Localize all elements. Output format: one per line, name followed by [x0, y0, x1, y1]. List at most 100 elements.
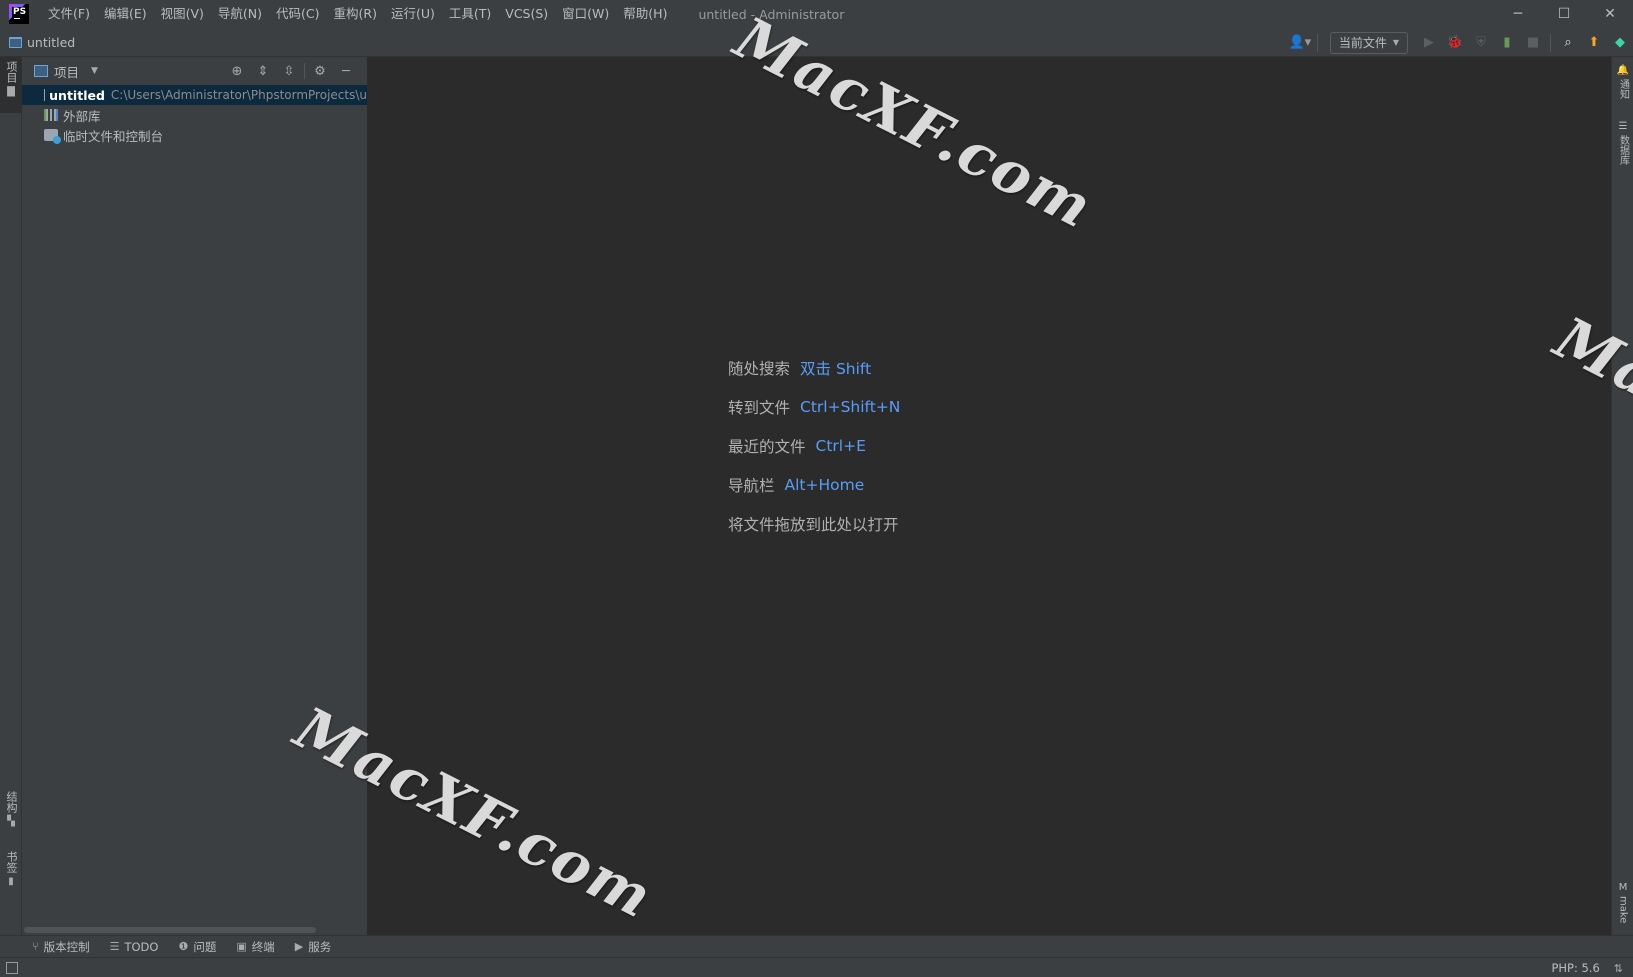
tool-tab-make[interactable]: M make [1612, 882, 1633, 932]
hide-panel-icon[interactable]: ─ [333, 64, 359, 79]
hint-label: 转到文件 [728, 398, 791, 417]
tool-tab-terminal[interactable]: ▣ 终端 [236, 939, 274, 955]
run-icon[interactable]: ▶ [1416, 32, 1442, 54]
menu-tools[interactable]: 工具(T) [442, 0, 498, 28]
title-bar: PS 文件(F) 编辑(E) 视图(V) 导航(N) 代码(C) 重构(R) 运… [0, 0, 1633, 28]
tool-tab-database-label: 数据库 [1617, 135, 1629, 165]
branch-icon: ⑂ [32, 940, 39, 953]
locate-icon[interactable]: ⊕ [224, 64, 250, 79]
run-config-label: 当前文件 [1338, 36, 1387, 50]
tree-item-path: C:\Users\Administrator\PhpstormProjects\… [110, 88, 367, 102]
hint-shortcut[interactable]: Alt+Home [785, 476, 865, 494]
run-config-selector[interactable]: 当前文件 ▼ [1329, 31, 1408, 54]
toolbar-divider [1316, 33, 1318, 52]
scratch-icon [44, 129, 61, 144]
tool-windows-toggle-icon[interactable] [6, 961, 18, 974]
info-icon: ❶ [178, 940, 189, 953]
left-tool-strip: 项目 ▇ 结构 ▚ 书签 ▮ [0, 57, 22, 935]
profile-icon[interactable]: ▮ [1494, 32, 1520, 54]
tool-tab-notifications-label: 通知 [1617, 79, 1629, 99]
maximize-button[interactable]: ☐ [1541, 0, 1587, 28]
expand-all-icon[interactable]: ⇕ [250, 64, 276, 79]
right-tool-strip: 🔔 通知 ☰ 数据库 M make [1611, 57, 1633, 935]
coverage-icon[interactable]: ⛨ [1468, 32, 1494, 54]
tree-row-scratches[interactable]: 临时文件和控制台 [22, 125, 367, 145]
breadcrumb[interactable]: untitled [9, 35, 75, 50]
update-icon[interactable]: ⬆ [1581, 32, 1607, 54]
horizontal-scrollbar[interactable] [24, 927, 316, 933]
tool-tab-structure[interactable]: 结构 ▚ [0, 787, 22, 837]
project-tool-window: 项目 ▼ ⊕ ⇕ ⇳ ⚙ ─ untitled C:\Users\Adminis… [22, 57, 368, 935]
close-button[interactable]: ✕ [1587, 0, 1633, 28]
tool-tab-problems[interactable]: ❶ 问题 [178, 939, 216, 955]
menu-file[interactable]: 文件(F) [41, 0, 97, 28]
project-panel-title[interactable]: 项目 [54, 62, 79, 81]
menu-navigate[interactable]: 导航(N) [211, 0, 269, 28]
editor-hints: 随处搜索 双击 Shift 转到文件 Ctrl+Shift+N 最近的文件 Ct… [728, 348, 900, 543]
jetbrains-icon[interactable]: ◆ [1607, 32, 1633, 54]
hint-shortcut[interactable]: Ctrl+E [816, 437, 866, 455]
tool-tab-structure-label: 结构 [5, 791, 18, 813]
play-circle-icon: ▶ [294, 940, 304, 953]
bell-icon: 🔔 [1616, 65, 1630, 76]
tool-tab-bookmarks[interactable]: 书签 ▮ [0, 847, 22, 897]
bottom-tool-bar: ⑂ 版本控制 ☰ TODO ❶ 问题 ▣ 终端 ▶ 服务 [0, 935, 1633, 957]
tool-tab-label: 终端 [251, 939, 275, 954]
menu-help[interactable]: 帮助(H) [616, 0, 674, 28]
tree-row-project-root[interactable]: untitled C:\Users\Administrator\Phpstorm… [22, 85, 367, 105]
hint-shortcut[interactable]: 双击 Shift [800, 357, 871, 379]
breadcrumb-project[interactable]: untitled [27, 35, 75, 50]
menu-view[interactable]: 视图(V) [154, 0, 211, 28]
tool-tab-notifications[interactable]: 🔔 通知 [1612, 65, 1633, 115]
menu-vcs[interactable]: VCS(S) [498, 0, 555, 28]
hint-label: 最近的文件 [728, 437, 806, 456]
status-bar: PHP: 5.6 ⇅ [0, 957, 1633, 977]
menu-refactor[interactable]: 重构(R) [327, 0, 384, 28]
menu-window[interactable]: 窗口(W) [555, 0, 616, 28]
tool-tab-database[interactable]: ☰ 数据库 [1612, 121, 1633, 181]
collapse-all-icon[interactable]: ⇳ [276, 64, 302, 79]
project-tree: untitled C:\Users\Administrator\Phpstorm… [22, 85, 367, 145]
menu-run[interactable]: 运行(U) [384, 0, 442, 28]
editor-empty-area[interactable]: 随处搜索 双击 Shift 转到文件 Ctrl+Shift+N 最近的文件 Ct… [368, 57, 1611, 935]
list-icon: ☰ [109, 940, 120, 953]
tool-tab-project[interactable]: 项目 ▇ [0, 57, 22, 113]
tool-tab-label: 版本控制 [43, 939, 90, 954]
search-icon[interactable]: ⌕ [1555, 32, 1581, 54]
bookmark-icon: ▮ [8, 876, 14, 887]
tool-tab-todo[interactable]: ☰ TODO [110, 940, 159, 954]
window-title: untitled - Administrator [698, 6, 845, 22]
navigation-bar: untitled 👤▾ 当前文件 ▼ ▶ 🐞 ⛨ ▮ ■ ⌕ ⬆ ◆ [0, 28, 1633, 57]
tool-tab-label: TODO [124, 939, 159, 954]
hint-navigation-bar: 导航栏 Alt+Home [728, 465, 900, 504]
hint-recent-files: 最近的文件 Ctrl+E [728, 426, 900, 465]
hint-shortcut[interactable]: Ctrl+Shift+N [800, 398, 900, 416]
chevron-down-icon[interactable]: ▼ [91, 66, 98, 76]
menu-edit[interactable]: 编辑(E) [97, 0, 154, 28]
main-toolbar: 👤▾ 当前文件 ▼ ▶ 🐞 ⛨ ▮ ■ ⌕ ⬆ ◆ [1287, 28, 1633, 57]
minimize-button[interactable]: ─ [1495, 0, 1541, 28]
tool-tab-label: 问题 [193, 939, 217, 954]
debug-icon[interactable]: 🐞 [1442, 32, 1468, 54]
project-panel-header: 项目 ▼ ⊕ ⇕ ⇳ ⚙ ─ [22, 57, 367, 85]
project-folder-icon [9, 36, 22, 48]
tool-tab-bookmarks-label: 书签 [5, 851, 18, 873]
tool-tab-label: 服务 [308, 939, 332, 954]
tree-row-external-libraries[interactable]: 外部库 [22, 105, 367, 125]
structure-icon: ▚ [7, 816, 15, 827]
make-icon: M [1618, 882, 1628, 893]
user-icon[interactable]: 👤▾ [1287, 32, 1313, 54]
main-menu: 文件(F) 编辑(E) 视图(V) 导航(N) 代码(C) 重构(R) 运行(U… [41, 0, 674, 28]
gear-icon[interactable]: ⚙ [307, 64, 333, 79]
status-right: PHP: 5.6 ⇅ [1551, 958, 1623, 977]
project-panel-tools: ⊕ ⇕ ⇳ ⚙ ─ [224, 57, 359, 85]
vcs-status-icon[interactable]: ⇅ [1614, 962, 1623, 975]
tool-tab-version-control[interactable]: ⑂ 版本控制 [32, 939, 90, 955]
stop-icon[interactable]: ■ [1520, 32, 1546, 54]
toolbar-divider [1550, 33, 1551, 52]
menu-code[interactable]: 代码(C) [269, 0, 326, 28]
tool-tab-services[interactable]: ▶ 服务 [295, 939, 331, 955]
php-version[interactable]: PHP: 5.6 [1551, 961, 1599, 975]
hint-goto-file: 转到文件 Ctrl+Shift+N [728, 387, 900, 426]
hint-label: 随处搜索 [728, 359, 791, 378]
